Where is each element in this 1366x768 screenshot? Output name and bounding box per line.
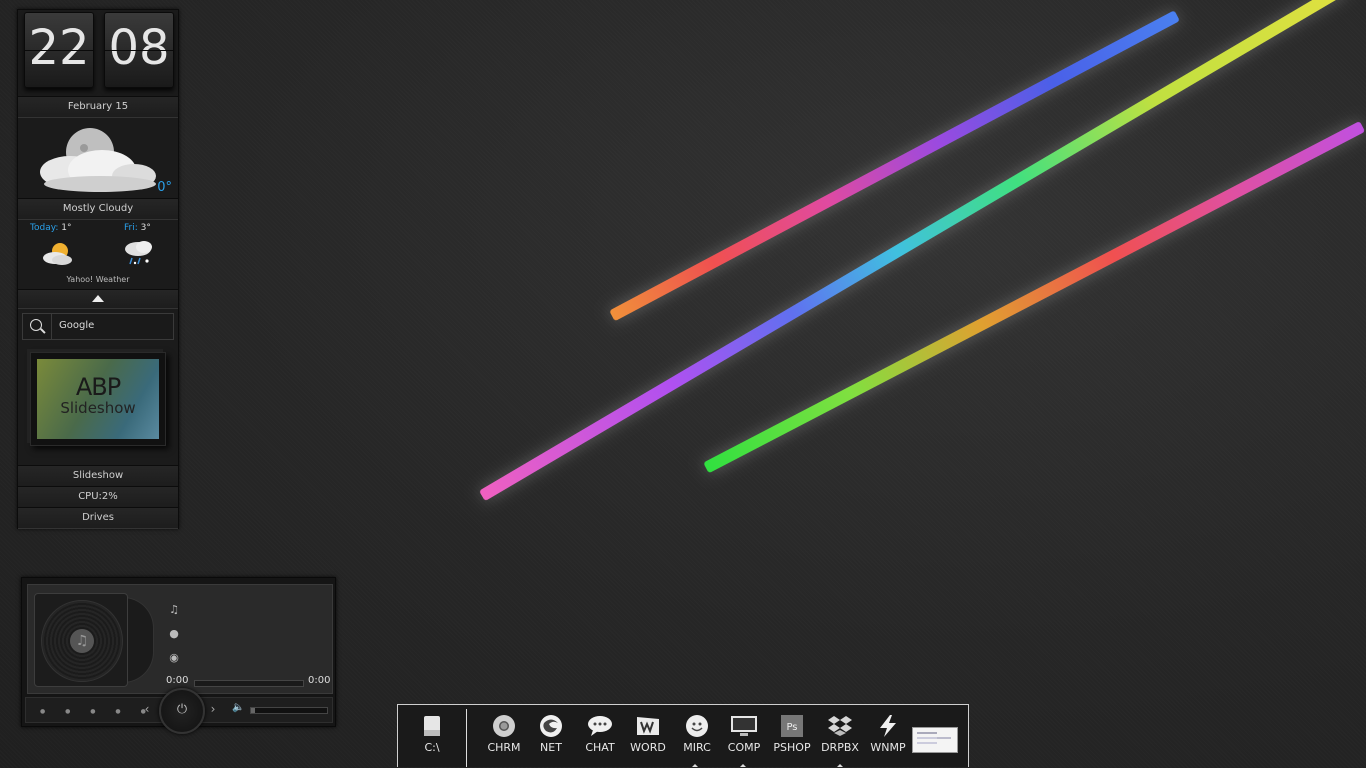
dock-item-chrome[interactable]: CHRM <box>482 713 526 754</box>
clock-minute: 08 <box>104 12 174 88</box>
music-note-icon: ♫ <box>70 629 94 653</box>
total-time: 0:00 <box>308 675 331 686</box>
chrome-icon <box>490 713 518 739</box>
forecast-fri-temp: 3° <box>140 223 151 233</box>
mirc-icon <box>683 713 711 739</box>
dock-label: CHRM <box>487 741 521 754</box>
dock-item-photoshop[interactable]: Ps PSHOP <box>770 713 814 754</box>
dropbox-icon <box>826 713 854 739</box>
album-icon: ◉ <box>169 651 179 664</box>
weather-provider: Yahoo! Weather <box>66 275 130 284</box>
google-search-box[interactable]: Google <box>22 313 174 340</box>
search-input[interactable]: Google <box>59 320 94 331</box>
vinyl-disc: ♫ <box>41 600 123 682</box>
cloudy-moon-icon <box>40 128 156 192</box>
forecast-today-temp: 1° <box>61 223 72 233</box>
dock-label: WORD <box>630 741 666 754</box>
weather-widget[interactable]: 0° <box>18 116 178 200</box>
collapse-button[interactable] <box>18 289 178 309</box>
dock-label: DRPBX <box>821 741 859 754</box>
dock-label: MIRC <box>683 741 711 754</box>
running-indicator <box>740 764 746 767</box>
winamp-icon <box>874 713 902 739</box>
firefox-icon <box>537 713 565 739</box>
dock-label: NET <box>540 741 562 754</box>
dock-label: COMP <box>727 741 761 754</box>
forecast-fri: Fri: 3° <box>124 223 151 233</box>
forecast-today: Today: 1° <box>30 223 72 233</box>
app-dock: C:\ CHRM NET CHAT WORD MIRC COMP Ps PSHO… <box>397 704 969 767</box>
window-thumbnail[interactable] <box>912 727 958 753</box>
svg-text:Ps: Ps <box>786 722 797 733</box>
track-title-icon: ♫ <box>169 603 179 616</box>
drive-icon <box>418 713 446 739</box>
computer-icon <box>730 713 758 739</box>
player-screen: ♫ ♫ ● ◉ 0:00 0:00 <box>27 584 333 694</box>
dock-item-firefox[interactable]: NET <box>529 713 573 754</box>
snow-rain-icon <box>125 241 152 265</box>
dock-item-winamp[interactable]: WNMP <box>866 713 910 754</box>
partly-sunny-icon <box>43 243 72 265</box>
volume-icon[interactable]: 🔈 <box>232 702 244 713</box>
album-art: ♫ <box>34 593 128 687</box>
slideshow-image-subtitle: Slideshow <box>60 399 136 417</box>
dock-label: PSHOP <box>773 741 811 754</box>
slideshow-image: ABP Slideshow <box>37 359 159 439</box>
music-player: ♫ ♫ ● ◉ 0:00 0:00 ● ● ● ● ● ‹ ⏻ › 🔈 <box>21 577 336 734</box>
current-time: 0:00 <box>166 675 189 686</box>
triangle-up-icon <box>92 295 104 302</box>
dock-item-mirc[interactable]: MIRC <box>675 713 719 754</box>
search-divider <box>51 314 52 339</box>
forecast-today-label: Today: <box>30 223 59 233</box>
slideshow-label[interactable]: Slideshow <box>18 465 178 487</box>
dock-label: CHAT <box>585 741 615 754</box>
current-temperature: 0° <box>157 180 172 195</box>
slideshow-image-title: ABP <box>75 373 121 401</box>
player-controls: ● ● ● ● ● ‹ ⏻ › 🔈 <box>25 688 333 734</box>
chat-icon <box>586 713 614 739</box>
artist-icon: ● <box>169 627 179 640</box>
prev-icon[interactable]: ‹ <box>138 700 156 718</box>
wallpaper-beam <box>609 10 1180 322</box>
weather-forecast: Today: 1° Fri: 3° Yahoo! Weather <box>18 219 178 289</box>
drives-button[interactable]: Drives <box>18 507 178 529</box>
progress-bar[interactable] <box>194 680 304 687</box>
drive-label: C:\ <box>424 741 440 754</box>
search-icon[interactable] <box>30 319 42 331</box>
flip-clock: 22 08 <box>24 12 174 96</box>
slideshow-frame[interactable]: ABP Slideshow <box>30 352 166 446</box>
date-label: February 15 <box>18 96 178 118</box>
dock-separator <box>466 709 467 767</box>
cpu-meter: CPU:2% <box>18 486 178 508</box>
running-indicator <box>837 764 843 767</box>
weather-condition: Mostly Cloudy <box>18 198 178 220</box>
power-icon[interactable]: ⏻ <box>159 688 205 734</box>
wallpaper-beam <box>478 0 1347 502</box>
next-icon[interactable]: › <box>204 700 222 718</box>
dock-item-word[interactable]: WORD <box>626 713 670 754</box>
running-indicator <box>692 764 698 767</box>
widget-sidebar: 22 08 February 15 0° Mostly Cloudy Today… <box>17 9 179 529</box>
dock-item-dropbox[interactable]: DRPBX <box>818 713 862 754</box>
dock-label: WNMP <box>870 741 906 754</box>
dock-item-chat[interactable]: CHAT <box>578 713 622 754</box>
volume-fill <box>251 708 255 713</box>
photoshop-icon: Ps <box>778 713 806 739</box>
drive-c-shortcut[interactable]: C:\ <box>410 713 454 754</box>
clock-hour: 22 <box>24 12 94 88</box>
forecast-fri-label: Fri: <box>124 223 138 233</box>
dock-item-computer[interactable]: COMP <box>722 713 766 754</box>
volume-slider[interactable] <box>250 707 328 714</box>
word-icon <box>634 713 662 739</box>
